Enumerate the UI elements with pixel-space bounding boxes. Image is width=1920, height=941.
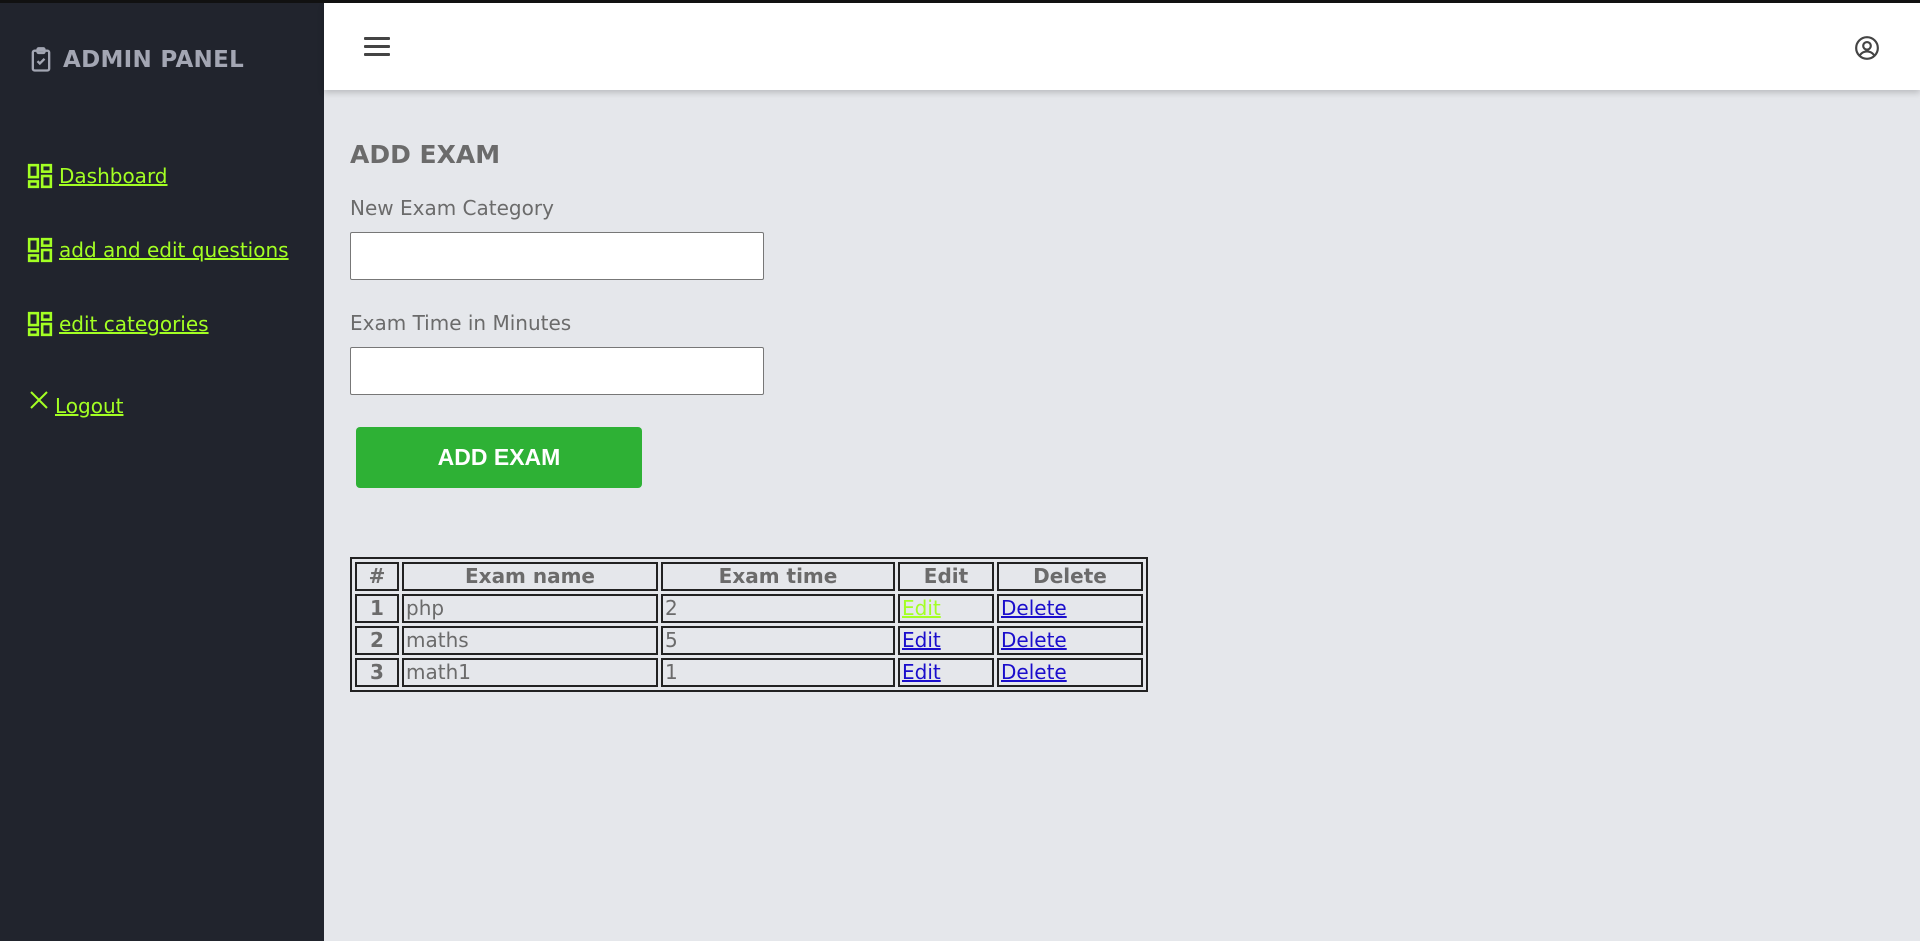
table-header-row: # Exam name Exam time Edit Delete	[355, 562, 1143, 591]
sidebar-item-add-and-edit-questions[interactable]: add and edit questions	[27, 237, 289, 263]
column-header: #	[355, 562, 399, 591]
sidebar-item-label: add and edit questions	[59, 238, 289, 262]
clipboard-check-icon	[31, 47, 51, 72]
exam-name: math1	[402, 658, 658, 687]
brand-title: ADMIN PANEL	[63, 47, 245, 73]
sidebar-item-dashboard[interactable]: Dashboard	[27, 163, 168, 189]
column-header: Exam time	[661, 562, 895, 591]
delete-link[interactable]: Delete	[1001, 628, 1067, 652]
top-border	[0, 0, 1920, 3]
time-label: Exam Time in Minutes	[350, 311, 572, 335]
add-exam-button[interactable]: ADD EXAM	[356, 427, 642, 488]
top-bar	[324, 3, 1920, 90]
exam-time: 1	[661, 658, 895, 687]
sidebar: ADMIN PANEL Dashboard add and edit quest…	[0, 0, 324, 941]
exam-name: php	[402, 594, 658, 623]
delete-cell: Delete	[997, 658, 1143, 687]
row-number: 1	[355, 594, 399, 623]
edit-link[interactable]: Edit	[902, 596, 941, 620]
column-header: Exam name	[402, 562, 658, 591]
sidebar-item-logout[interactable]: Logout	[27, 391, 124, 418]
exams-table: # Exam name Exam time Edit Delete 1 php …	[350, 557, 1148, 692]
column-header: Edit	[898, 562, 994, 591]
exam-time-input[interactable]	[350, 347, 764, 395]
column-header: Delete	[997, 562, 1143, 591]
row-number: 3	[355, 658, 399, 687]
exam-time: 5	[661, 626, 895, 655]
sidebar-item-edit-categories[interactable]: edit categories	[27, 311, 209, 337]
user-circle-icon[interactable]	[1854, 35, 1880, 61]
close-icon	[30, 391, 48, 409]
sidebar-item-label: Dashboard	[59, 164, 168, 188]
dashboard-grid-icon	[27, 237, 53, 263]
page-title: ADD EXAM	[350, 140, 501, 169]
edit-link[interactable]: Edit	[902, 660, 941, 684]
delete-link[interactable]: Delete	[1001, 660, 1067, 684]
sidebar-item-label: edit categories	[59, 312, 209, 336]
delete-link[interactable]: Delete	[1001, 596, 1067, 620]
hamburger-menu-icon[interactable]	[364, 37, 390, 59]
table-row: 2 maths 5 Edit Delete	[355, 626, 1143, 655]
delete-cell: Delete	[997, 594, 1143, 623]
sidebar-item-label: Logout	[55, 394, 124, 418]
edit-cell: Edit	[898, 594, 994, 623]
table-row: 1 php 2 Edit Delete	[355, 594, 1143, 623]
edit-cell: Edit	[898, 658, 994, 687]
edit-cell: Edit	[898, 626, 994, 655]
dashboard-grid-icon	[27, 311, 53, 337]
exam-time: 2	[661, 594, 895, 623]
row-number: 2	[355, 626, 399, 655]
exam-name: maths	[402, 626, 658, 655]
table-row: 3 math1 1 Edit Delete	[355, 658, 1143, 687]
exam-category-input[interactable]	[350, 232, 764, 280]
category-label: New Exam Category	[350, 196, 554, 220]
brand: ADMIN PANEL	[27, 46, 244, 74]
edit-link[interactable]: Edit	[902, 628, 941, 652]
dashboard-grid-icon	[27, 163, 53, 189]
delete-cell: Delete	[997, 626, 1143, 655]
